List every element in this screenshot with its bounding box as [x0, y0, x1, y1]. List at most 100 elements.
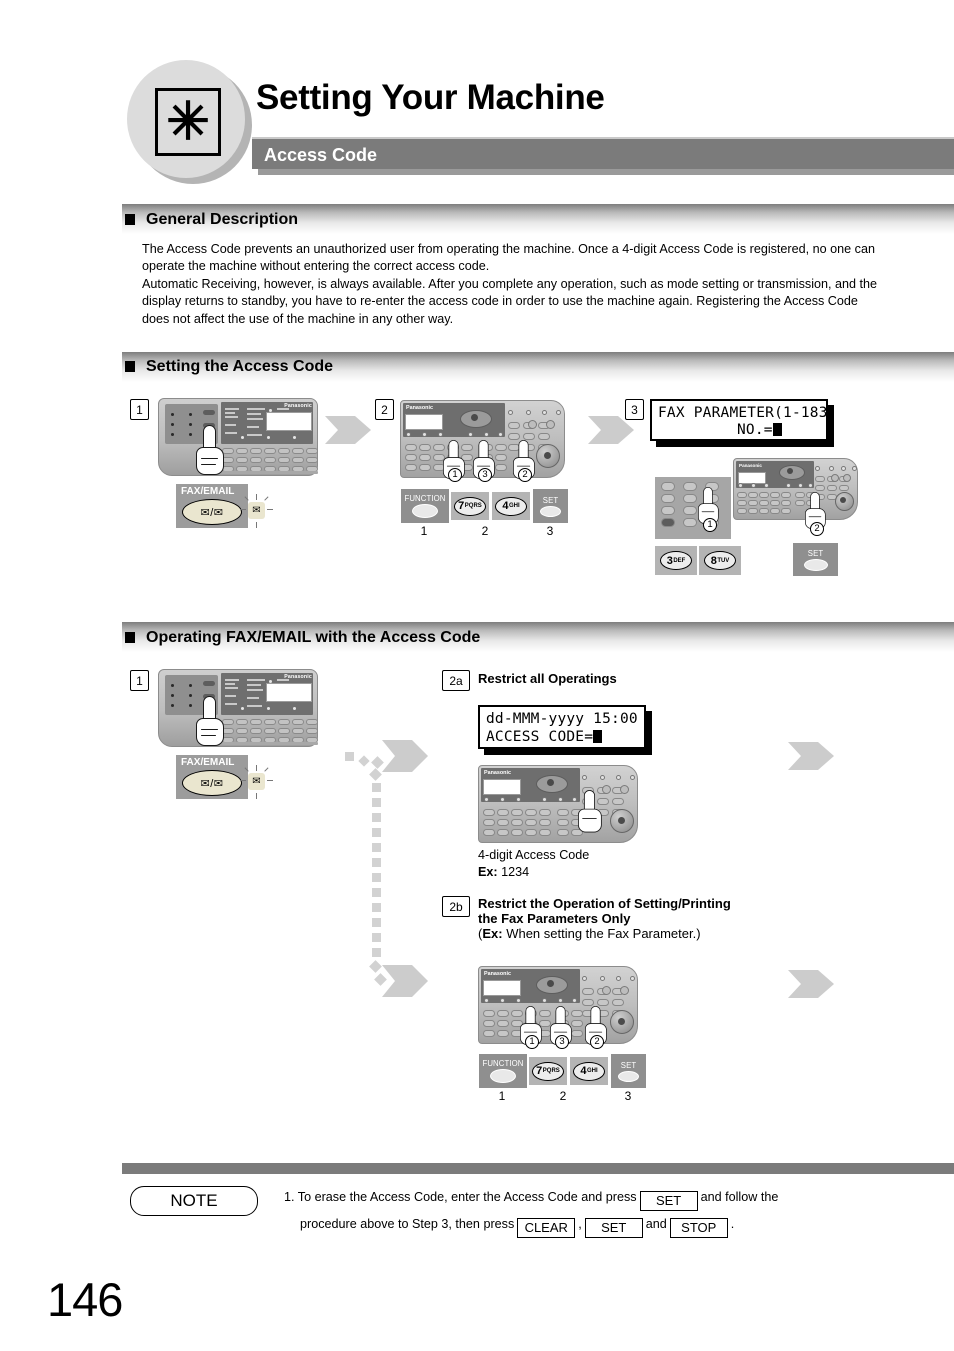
key-legend-3def: 3 DEF: [655, 546, 697, 575]
set-key-label: SET: [807, 548, 824, 558]
key-legend-function: FUNCTION: [479, 1054, 527, 1088]
note-line-2: procedure above to Step 3, then press CLE…: [300, 1215, 734, 1238]
set-key-label: SET: [620, 1060, 637, 1070]
key-legend-set: SET: [793, 543, 838, 576]
page-title: Setting Your Machine: [256, 78, 605, 117]
flow-arrow-icon: [325, 414, 371, 451]
key-digit: 8: [710, 554, 717, 567]
function-key-oval: [412, 504, 438, 518]
key-set-1: SET: [639, 1191, 698, 1211]
lcd-line-2: NO.=: [737, 422, 773, 438]
asterisk-in-box-icon: ✳: [155, 88, 221, 156]
key-legend-7pqrs: 7 PQRS: [451, 492, 489, 520]
fax-email-button-oval[interactable]: ✉/✉: [182, 770, 242, 796]
lcd-cursor: [593, 730, 603, 743]
key-letters: DEF: [673, 557, 686, 564]
hand-marker-1: 1: [525, 1035, 539, 1049]
fax-email-button-oval[interactable]: ✉/✉: [182, 499, 242, 525]
flow-arrow-icon: [382, 738, 428, 779]
section-title-operating-fax-email: Operating FAX/EMAIL with the Access Code: [146, 629, 481, 646]
function-key-oval: [490, 1069, 516, 1083]
key-legend-7pqrs: 7 PQRS: [529, 1057, 567, 1085]
fax-machine-panel-illustration: Panasonic: [733, 458, 858, 520]
fax-email-symbols: ✉/✉: [200, 777, 224, 790]
header-subtitle: Access Code: [264, 145, 378, 165]
key-digit: 7: [458, 500, 465, 512]
step-2a-title: Restrict all Operatings: [478, 671, 617, 686]
fax-email-label: FAX/EMAIL: [181, 757, 235, 768]
hand-marker-3: 3: [478, 468, 492, 482]
lcd-display-access-code: dd-MMM-yyyy 15:00 ACCESS CODE=: [478, 705, 652, 755]
set-key-oval: [618, 1070, 639, 1082]
flow-arrow-icon: [788, 968, 834, 1005]
hand-marker-3: 3: [555, 1035, 569, 1049]
function-key-label: FUNCTION: [482, 1059, 524, 1068]
general-description-paragraph-2: Automatic Receiving, however, is always …: [142, 277, 878, 326]
key-legend-set: SET: [611, 1054, 646, 1088]
key-legend-set: SET: [533, 489, 568, 523]
legend-order-3: 3: [624, 1089, 632, 1103]
key-digit: 7: [536, 1065, 543, 1077]
set-key-oval: [803, 558, 828, 571]
step-2a-example-label: Ex:: [478, 865, 498, 879]
note-text-e: .: [730, 1217, 735, 1231]
lcd-cursor: [772, 423, 782, 436]
key-digit: 3: [666, 554, 673, 567]
fax-machine-panel-illustration: Panasonic: [158, 669, 318, 747]
hand-marker-2: 2: [518, 468, 532, 482]
key-digit: 4: [502, 500, 509, 512]
legend-order-2: 2: [559, 1089, 567, 1103]
section-title-general-description: General Description: [146, 211, 299, 228]
section-title-setting-access-code: Setting the Access Code: [146, 358, 334, 375]
key-letters: PQRS: [542, 1068, 560, 1074]
fax-email-button-badge[interactable]: FAX/EMAIL ✉/✉: [176, 755, 248, 799]
step-number-1: 1: [130, 399, 149, 420]
note-line-1: 1. To erase the Access Code, enter the A…: [284, 1188, 778, 1211]
page-number: 146: [47, 1273, 123, 1326]
flow-arrow-icon: [788, 740, 834, 777]
step-2b-title-line-3: (Ex: When setting the Fax Parameter.): [478, 926, 701, 942]
note-text-b: and follow the: [700, 1190, 779, 1204]
key-letters: GHI: [586, 1068, 598, 1074]
blinking-indicator-icon: ✉: [240, 494, 274, 528]
fax-machine-panel-illustration: Panasonic: [158, 398, 318, 476]
flow-arrow-icon: [382, 963, 428, 1004]
legend-order-2: 2: [481, 524, 489, 538]
key-legend-8tuv: 8 TUV: [699, 546, 741, 575]
general-description-paragraph-1: The Access Code prevents an unauthorized…: [142, 242, 875, 274]
legend-order-3: 3: [546, 524, 554, 538]
key-set-2: SET: [584, 1218, 643, 1238]
key-stop: STOP: [669, 1218, 728, 1238]
key-legend-function: FUNCTION: [401, 489, 449, 523]
note-sep: ,: [578, 1217, 582, 1231]
blinking-indicator-icon: ✉: [240, 765, 274, 799]
step-2b-example-label: Ex:: [482, 926, 503, 941]
hand-marker-1: 1: [703, 518, 717, 532]
note-text-c: procedure above to Step 3, then press: [300, 1217, 515, 1231]
step-2a-example-value: 1234: [501, 865, 530, 879]
key-legend-4ghi: 4 GHI: [492, 492, 530, 520]
fax-email-button-badge[interactable]: FAX/EMAIL ✉/✉: [176, 484, 248, 528]
manual-page: ✳ Setting Your Machine Access Code Gener…: [0, 0, 954, 1351]
legend-order-1: 1: [420, 524, 428, 538]
key-letters: TUV: [717, 557, 730, 564]
note-label: NOTE: [170, 1191, 218, 1210]
key-letters: GHI: [508, 503, 520, 509]
step-2b-example-text: When setting the Fax Parameter.): [502, 926, 701, 941]
step-number-2: 2: [375, 399, 394, 420]
numeric-keypad-illustration: [655, 477, 731, 539]
fax-email-label: FAX/EMAIL: [181, 486, 235, 497]
asterisk-glyph: ✳: [166, 93, 210, 151]
note-badge: NOTE: [130, 1186, 258, 1216]
key-legend-4ghi: 4 GHI: [570, 1057, 608, 1085]
step-number-1: 1: [130, 670, 149, 691]
fax-machine-panel-illustration: Panasonic: [478, 765, 638, 843]
hand-marker-2: 2: [810, 522, 824, 536]
bullet-square-icon: [125, 361, 135, 372]
key-clear: CLEAR: [517, 1218, 576, 1238]
hand-marker-2: 2: [590, 1035, 604, 1049]
lcd-display-fax-parameter: FAX PARAMETER(1-183) NO.=: [650, 399, 836, 447]
bullet-square-icon: [125, 632, 135, 643]
set-key-label: SET: [542, 495, 559, 505]
step-2b-title-line-2: the Fax Parameters Only: [478, 911, 631, 926]
